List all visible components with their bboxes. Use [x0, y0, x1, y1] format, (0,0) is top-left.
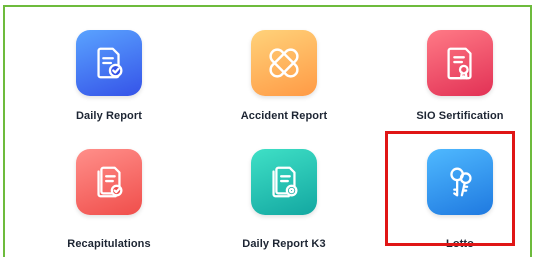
menu-item-recapitulations[interactable]: Recapitulations [29, 129, 189, 250]
bandage-icon [251, 30, 317, 96]
menu-item-label: SIO Sertification [416, 110, 504, 122]
document-check-icon [76, 30, 142, 96]
menu-item-daily-report[interactable]: Daily Report [29, 12, 189, 122]
highlight-box [385, 131, 515, 246]
menu-item-label: Accident Report [240, 110, 328, 122]
certificate-icon [427, 30, 493, 96]
menu-item-label: Daily Report [76, 110, 142, 122]
documents-stack-icon [76, 149, 142, 215]
menu-item-daily-report-k3[interactable]: Daily Report K3 [204, 129, 364, 250]
menu-item-sio-sertification[interactable]: SIO Sertification [380, 12, 537, 122]
menu-item-label: Daily Report K3 [242, 238, 326, 250]
menu-item-accident-report[interactable]: Accident Report [204, 12, 364, 122]
document-gear-icon [251, 149, 317, 215]
menu-item-label: Recapitulations [67, 238, 151, 250]
